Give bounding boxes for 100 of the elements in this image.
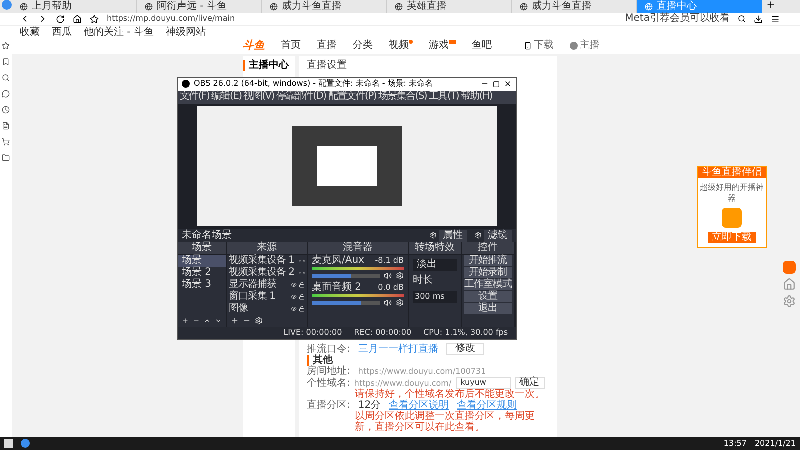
scene-name: 未命名场景 <box>182 230 233 242</box>
ad-text: 超级好用的开播神器 <box>699 182 765 204</box>
phone-icon <box>524 42 532 50</box>
clock-icon[interactable] <box>2 106 10 114</box>
bookmark-icon[interactable] <box>2 58 10 66</box>
source-item[interactable]: 视频采集设备 1 <box>229 255 295 267</box>
source-item[interactable]: 图像 <box>229 303 248 315</box>
page-title: 直播设置 <box>307 60 347 71</box>
search-field[interactable]: Meta引荐会员可以收看 <box>625 13 730 25</box>
bookmark[interactable]: 收藏 <box>20 26 40 38</box>
reload-icon[interactable] <box>56 14 65 24</box>
chat-icon[interactable] <box>2 90 10 98</box>
folder-icon[interactable] <box>2 154 10 162</box>
duration-label: 时长 <box>413 275 433 287</box>
nav-link[interactable]: 分类 <box>353 40 373 52</box>
speaker-icon[interactable] <box>384 299 392 307</box>
window-title: OBS 26.0.2 (64-bit, windows) - 配置文件: 未命名 - 场景: 未命名 <box>194 78 434 90</box>
start-icon[interactable] <box>4 439 13 448</box>
menu-item[interactable]: 停靠部件(D) <box>276 91 326 104</box>
field-label: 个性域名: <box>307 378 350 388</box>
control-button[interactable]: 开始推流 <box>464 255 512 266</box>
star-icon[interactable] <box>2 42 10 50</box>
control-button[interactable]: 设置 <box>464 291 512 302</box>
menu-icon[interactable] <box>771 14 780 24</box>
menu-item[interactable]: 编辑(E) <box>212 91 242 104</box>
scene-button[interactable]: 属性 <box>439 230 467 242</box>
globe-icon <box>645 2 653 10</box>
document-icon[interactable] <box>2 122 10 130</box>
menu-item[interactable]: 视图(V) <box>244 91 274 104</box>
download-link[interactable]: 下载 <box>534 40 554 52</box>
channel-name: 麦克风/Aux <box>312 255 364 267</box>
source-item[interactable]: 显示器捕获 <box>229 279 276 291</box>
search-icon[interactable] <box>738 15 746 23</box>
obs-logo-icon <box>182 80 190 88</box>
zone-note: 以周分区依此调整一次直播分区，每周更新，直播分区可以在此查看。 <box>355 411 536 433</box>
scene-item[interactable]: 场景 <box>178 255 226 267</box>
maximize-icon[interactable] <box>493 80 500 88</box>
volume-slider[interactable] <box>312 274 380 278</box>
gear-icon <box>430 232 437 240</box>
nav-link[interactable]: 直播 <box>317 40 337 52</box>
menu-item[interactable]: 场景集合(S) <box>378 91 428 104</box>
source-item[interactable]: 视频采集设备 2 <box>229 267 295 279</box>
up-icon[interactable] <box>204 317 211 325</box>
bookmark[interactable]: 神级网站 <box>166 26 206 38</box>
add-icon[interactable] <box>182 317 189 325</box>
dock-header: 混音器 <box>308 242 408 254</box>
download-icon[interactable] <box>754 14 763 24</box>
control-button[interactable]: 退出 <box>464 303 512 314</box>
speaker-icon[interactable] <box>384 272 392 280</box>
cart-icon[interactable] <box>2 138 10 146</box>
close-icon[interactable] <box>504 80 512 88</box>
app-icon <box>722 208 742 228</box>
menu-item[interactable]: 工具(T) <box>429 91 459 104</box>
field-label: 房间地址: <box>307 366 350 377</box>
edit-button[interactable]: 修改 <box>446 343 484 355</box>
zone-value: 12分 <box>358 400 382 411</box>
home-icon[interactable] <box>73 14 82 24</box>
control-button[interactable]: 开始录制 <box>464 267 512 278</box>
ad-title: 斗鱼直播伴侣 <box>698 167 766 178</box>
channel-reading: 0.0 dB <box>378 282 404 294</box>
scene-item[interactable]: 场景 2 <box>178 267 226 279</box>
star-icon[interactable] <box>90 14 99 24</box>
menu-item[interactable]: 文件(F) <box>180 91 210 104</box>
bookmark[interactable]: 西瓜 <box>52 26 72 38</box>
status-text: LIVE: 00:00:00 <box>284 327 342 339</box>
nav-link[interactable]: 视频 <box>389 40 409 52</box>
duration-field[interactable]: 300 ms <box>413 291 457 303</box>
user-name[interactable]: 主播 <box>580 40 600 52</box>
confirm-button[interactable]: 确定 <box>514 377 545 389</box>
dock-header: 场景 <box>178 242 226 254</box>
volume-slider[interactable] <box>312 301 380 305</box>
menu-item[interactable]: 帮助(H) <box>460 91 492 104</box>
control-button[interactable]: 工作室模式 <box>464 279 512 290</box>
dock-header: 来源 <box>227 242 307 254</box>
menu-item[interactable]: 配置文件(P) <box>328 91 376 104</box>
bookmark[interactable]: 他的关注 - 斗鱼 <box>84 26 154 38</box>
source-item[interactable]: 窗口采集 1 <box>229 291 276 303</box>
room-url: https://www.douyu.com/100731 <box>358 366 486 377</box>
browser-logo-icon <box>2 0 12 10</box>
avatar[interactable] <box>570 42 578 50</box>
transition-select[interactable]: 淡出 <box>413 259 457 271</box>
search-icon[interactable] <box>2 74 10 82</box>
down-icon[interactable] <box>215 317 222 325</box>
section-title: 其他 <box>307 355 333 366</box>
add-icon[interactable] <box>231 317 239 325</box>
nav-link[interactable]: 首页 <box>281 40 301 52</box>
channel-name: 桌面音频 2 <box>312 282 362 294</box>
globe-icon <box>20 2 28 10</box>
status-text: CPU: 1.1%, 30.00 fps <box>424 327 508 339</box>
nav-link[interactable]: 游戏 <box>429 40 449 52</box>
clock-date: 2021/1/21 <box>754 438 796 450</box>
domain-field[interactable]: kuyuw <box>456 377 511 389</box>
dock-header: 转场特效 <box>409 242 461 254</box>
scene-button[interactable]: 滤镜 <box>484 230 512 242</box>
globe-icon <box>270 2 278 10</box>
address-field[interactable]: https://mp.douyu.com/live/main <box>107 13 618 25</box>
taskbar-app-icon[interactable] <box>21 439 30 448</box>
scene-item[interactable]: 场景 3 <box>178 279 226 291</box>
new-tab-icon[interactable] <box>766 0 776 10</box>
nav-link[interactable]: 鱼吧 <box>472 40 492 52</box>
